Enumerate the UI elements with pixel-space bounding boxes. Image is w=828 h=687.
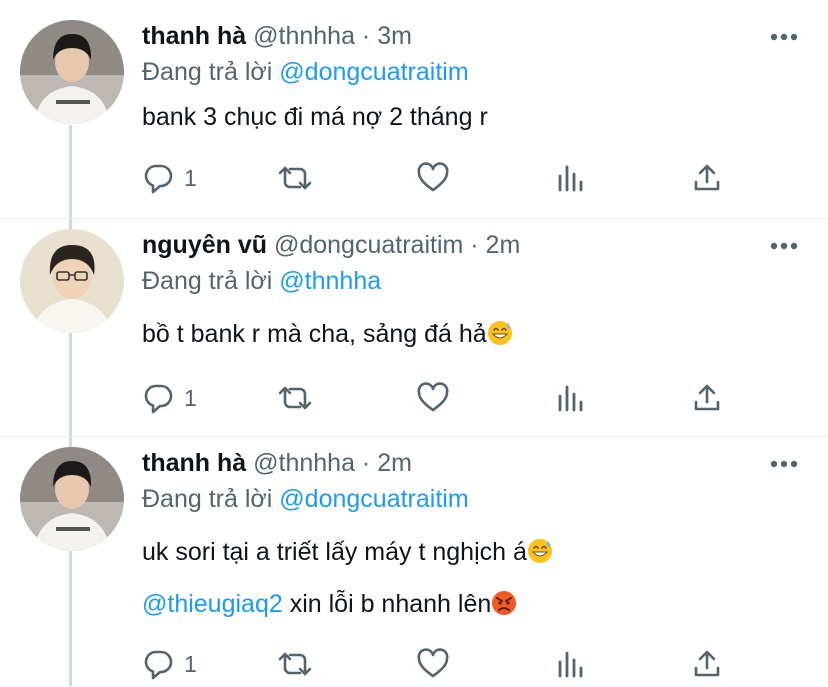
more-icon[interactable] xyxy=(770,242,798,250)
share-icon xyxy=(694,164,720,191)
like-button[interactable] xyxy=(416,380,450,416)
reply-count: 1 xyxy=(184,650,197,677)
timestamp[interactable]: 2m xyxy=(486,231,521,259)
analytics-icon xyxy=(558,651,583,678)
action-bar: 1 xyxy=(142,380,742,416)
analytics-button[interactable] xyxy=(556,646,586,682)
action-bar: 1 xyxy=(142,646,742,682)
tweet-text: uk sori tại a triết lấy máy t nghịch á xyxy=(142,535,800,569)
avatar[interactable] xyxy=(20,447,124,551)
reply-to-mention[interactable]: @dongcuatraitim xyxy=(279,485,468,513)
avatar[interactable] xyxy=(20,20,124,124)
tweet[interactable]: thanh hà @thnhha · 3m Đang trả lời @dong… xyxy=(0,0,828,218)
angry-face-emoji xyxy=(492,591,517,615)
retweet-button[interactable] xyxy=(276,646,314,682)
share-button[interactable] xyxy=(692,646,722,682)
like-button[interactable] xyxy=(416,646,450,682)
share-button[interactable] xyxy=(692,380,722,416)
tweet-text-line2: @thieugiaq2 xin lỗi b nhanh lên xyxy=(142,587,800,621)
reply-to-mention[interactable]: @thnhha xyxy=(279,267,381,295)
inline-mention[interactable]: @thieugiaq2 xyxy=(142,590,283,618)
reply-context: Đang trả lời @thnhha xyxy=(142,265,800,297)
grinning-sweat-emoji xyxy=(487,321,512,345)
like-button[interactable] xyxy=(416,160,450,196)
reply-icon xyxy=(144,164,173,194)
tweet-text-content: uk sori tại a triết lấy máy t nghịch á xyxy=(142,538,527,566)
reply-icon xyxy=(144,650,173,680)
tweet-text: bồ t bank r mà cha, sảng đá hả xyxy=(142,317,800,351)
author-handle[interactable]: @thnhha xyxy=(253,22,355,50)
tweet-text-content: bank 3 chục đi má nợ 2 tháng r xyxy=(142,103,488,131)
more-icon[interactable] xyxy=(770,33,798,41)
reply-context: Đang trả lời @dongcuatraitim xyxy=(142,56,800,88)
reply-icon xyxy=(144,384,173,414)
author-handle[interactable]: @thnhha xyxy=(253,449,355,477)
reply-button[interactable]: 1 xyxy=(142,380,197,416)
analytics-icon xyxy=(558,165,583,192)
reply-button[interactable]: 1 xyxy=(142,160,197,196)
tweet[interactable]: thanh hà @thnhha · 2m Đang trả lời @dong… xyxy=(0,436,828,687)
author-name[interactable]: thanh hà xyxy=(142,22,246,50)
tweet-text-content: bồ t bank r mà cha, sảng đá hả xyxy=(142,320,487,348)
more-icon[interactable] xyxy=(770,460,798,468)
author-handle[interactable]: @dongcuatraitim xyxy=(274,231,463,259)
separator-dot: · xyxy=(463,231,486,259)
reply-button[interactable]: 1 xyxy=(142,646,197,682)
retweet-icon xyxy=(278,652,312,676)
retweet-button[interactable] xyxy=(276,380,314,416)
reply-to-mention[interactable]: @dongcuatraitim xyxy=(279,58,468,86)
timestamp[interactable]: 3m xyxy=(377,22,412,50)
avatar[interactable] xyxy=(20,229,124,333)
action-bar: 1 xyxy=(142,160,742,196)
like-icon xyxy=(417,648,449,678)
separator-dot: · xyxy=(354,449,378,477)
retweet-icon xyxy=(278,386,312,410)
grinning-sweat-emoji xyxy=(527,539,552,563)
reply-count: 1 xyxy=(184,384,197,411)
author-name[interactable]: nguyên vũ xyxy=(142,231,267,259)
analytics-button[interactable] xyxy=(556,380,586,416)
reply-prefix: Đang trả lời xyxy=(142,58,273,86)
tweet-text: bank 3 chục đi má nợ 2 tháng r xyxy=(142,100,800,134)
like-icon xyxy=(417,382,449,412)
retweet-icon xyxy=(278,166,312,190)
analytics-icon xyxy=(558,385,583,412)
separator-dot: · xyxy=(354,22,378,50)
reply-prefix: Đang trả lời xyxy=(142,267,273,295)
author-name[interactable]: thanh hà xyxy=(142,449,246,477)
tweet-text-content: xin lỗi b nhanh lên xyxy=(282,590,492,618)
reply-prefix: Đang trả lời xyxy=(142,485,273,513)
tweet[interactable]: nguyên vũ @dongcuatraitim · 2m Đang trả … xyxy=(0,218,828,437)
share-button[interactable] xyxy=(692,160,722,196)
reply-count: 1 xyxy=(184,164,197,191)
reply-context: Đang trả lời @dongcuatraitim xyxy=(142,483,800,515)
retweet-button[interactable] xyxy=(276,160,314,196)
timestamp[interactable]: 2m xyxy=(377,449,412,477)
share-icon xyxy=(694,650,720,677)
analytics-button[interactable] xyxy=(556,160,586,196)
like-icon xyxy=(417,162,449,192)
share-icon xyxy=(694,384,720,411)
